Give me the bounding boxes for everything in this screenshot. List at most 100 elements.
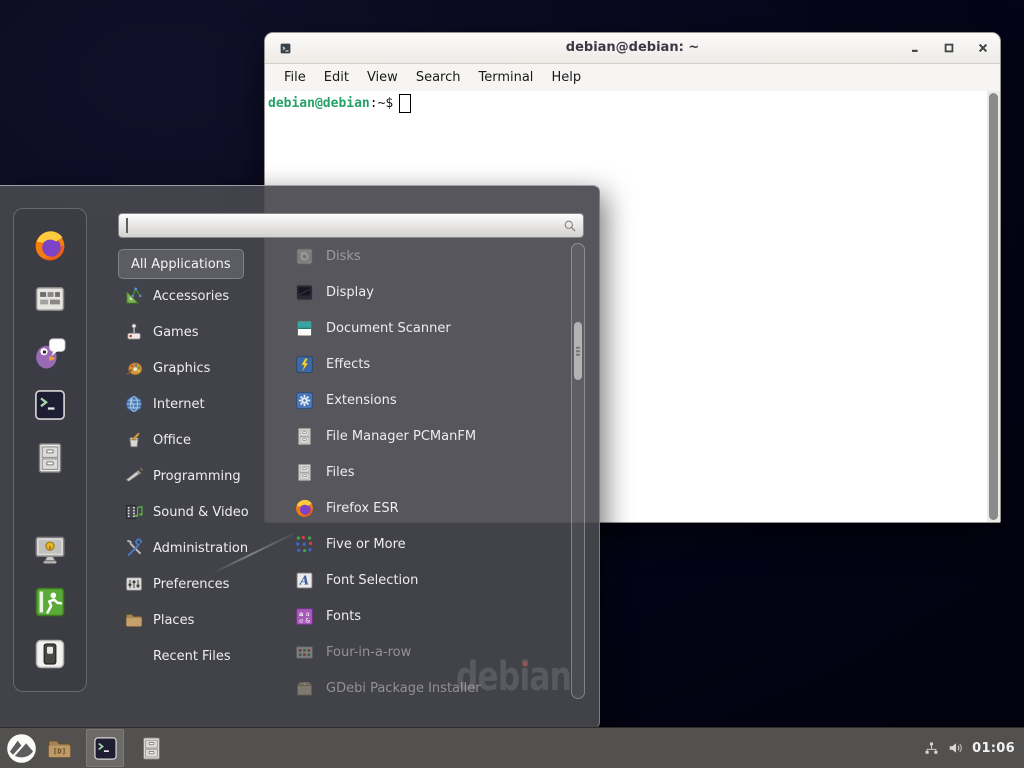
desktop: debian@debian: ~ FileEditViewSearchTermi…: [0, 0, 1024, 768]
administration-icon: [124, 538, 144, 558]
category-recent-files[interactable]: Recent Files: [118, 638, 270, 674]
app-document-scanner[interactable]: Document Scanner: [264, 310, 566, 346]
filter-label: All Applications: [131, 257, 231, 272]
app-fonts[interactable]: aaa&Fonts: [264, 598, 566, 634]
svg-text:a: a: [299, 616, 303, 624]
app-file-manager-pcmanfm[interactable]: File Manager PCManFM: [264, 418, 566, 454]
category-preferences[interactable]: Preferences: [118, 566, 270, 602]
software-icon: [32, 281, 68, 317]
tray-icons: [923, 739, 965, 757]
app-five-or-more[interactable]: Five or More: [264, 526, 566, 562]
preferences-icon: [124, 574, 144, 594]
app-label: Files: [326, 465, 355, 480]
session-list: [14, 531, 86, 673]
category-label: Places: [153, 613, 194, 628]
svg-text:[D]: [D]: [52, 746, 65, 755]
taskbar: [D] 01:06: [0, 727, 1024, 768]
games-icon: [124, 322, 144, 342]
app-label: Four-in-a-row: [326, 645, 411, 660]
menubar-item-search[interactable]: Search: [407, 64, 470, 91]
app-gdebi-package-installer[interactable]: GDebi Package Installer: [264, 670, 566, 701]
terminal-title: debian@debian: ~: [265, 33, 1000, 63]
font-selection-icon: A: [294, 570, 315, 591]
app-font-selection[interactable]: AFont Selection: [264, 562, 566, 598]
taskbar-launcher-file-manager[interactable]: [D]: [40, 729, 78, 767]
session-lock-screen[interactable]: [31, 531, 69, 569]
filter-all-applications[interactable]: All Applications: [118, 249, 244, 279]
tray-network[interactable]: [923, 740, 940, 757]
session-shut-down[interactable]: [31, 635, 69, 673]
menu-logo-icon: [5, 732, 38, 765]
favorite-firefox[interactable]: [31, 227, 69, 265]
category-label: Recent Files: [153, 649, 231, 664]
menu-scrollbar[interactable]: [571, 243, 585, 699]
menubar-item-edit[interactable]: Edit: [315, 64, 358, 91]
menubar-item-view[interactable]: View: [358, 64, 407, 91]
terminal-prompt: debian@debian:~$: [268, 94, 411, 113]
app-disks[interactable]: Disks: [264, 238, 566, 274]
menubar-item-file[interactable]: File: [275, 64, 315, 91]
app-files[interactable]: Files: [264, 454, 566, 490]
app-label: Extensions: [326, 393, 397, 408]
favorite-file-manager[interactable]: [31, 439, 69, 477]
category-graphics[interactable]: Graphics: [118, 350, 270, 386]
menubar-item-terminal[interactable]: Terminal: [469, 64, 542, 91]
app-display[interactable]: Display: [264, 274, 566, 310]
favorites-list: [14, 209, 86, 477]
file-cabinet-icon: [138, 735, 165, 762]
taskbar-launcher-files[interactable]: [132, 729, 170, 767]
volume-icon: [947, 739, 965, 757]
taskbar-launcher-terminal[interactable]: [86, 729, 124, 767]
category-office[interactable]: Office: [118, 422, 270, 458]
menubar-item-help[interactable]: Help: [542, 64, 590, 91]
category-accessories[interactable]: Accessories: [118, 278, 270, 314]
terminal-cursor: [399, 94, 411, 113]
category-label: Graphics: [153, 361, 210, 376]
network-icon: [923, 740, 940, 757]
minimize-button[interactable]: [908, 41, 922, 55]
taskbar-launcher-menu[interactable]: [2, 729, 40, 767]
close-button[interactable]: [976, 41, 990, 55]
taskbar-clock[interactable]: 01:06: [972, 741, 1015, 756]
extensions-icon: [294, 390, 315, 411]
app-firefox-esr[interactable]: Firefox ESR: [264, 490, 566, 526]
prompt-user-host: debian@debian: [268, 96, 370, 111]
office-icon: [124, 430, 144, 450]
app-label: Firefox ESR: [326, 501, 399, 516]
app-four-in-a-row[interactable]: Four-in-a-row: [264, 634, 566, 670]
favorite-terminal[interactable]: [31, 386, 69, 424]
favorites-panel: [13, 208, 87, 692]
terminal-scrollbar[interactable]: [987, 91, 1000, 522]
terminal-scrollbar-thumb[interactable]: [989, 93, 998, 520]
four-in-a-row-icon: [294, 642, 315, 663]
menu-scrollbar-thumb[interactable]: [574, 322, 582, 380]
category-places[interactable]: Places: [118, 602, 270, 638]
favorite-software[interactable]: [31, 280, 69, 318]
category-administration[interactable]: Administration: [118, 530, 270, 566]
effects-icon: [294, 354, 315, 375]
category-programming[interactable]: Programming: [118, 458, 270, 494]
app-extensions[interactable]: Extensions: [264, 382, 566, 418]
session-log-out[interactable]: [31, 583, 69, 621]
terminal-icon: [32, 387, 68, 423]
firefox-icon: [294, 498, 315, 519]
programming-icon: [124, 466, 144, 486]
category-label: Administration: [153, 541, 248, 556]
terminal-titlebar[interactable]: debian@debian: ~: [265, 33, 1000, 64]
category-sound-video[interactable]: Sound & Video: [118, 494, 270, 530]
maximize-button[interactable]: [942, 41, 956, 55]
category-games[interactable]: Games: [118, 314, 270, 350]
category-internet[interactable]: Internet: [118, 386, 270, 422]
window-controls: [908, 41, 990, 55]
app-label: Five or More: [326, 537, 406, 552]
app-effects[interactable]: Effects: [264, 346, 566, 382]
graphics-icon: [124, 358, 144, 378]
accessories-icon: [124, 286, 144, 306]
shutdown-icon: [32, 636, 68, 672]
category-label: Preferences: [153, 577, 229, 592]
prompt-suffix: :~$: [370, 96, 393, 111]
favorite-pidgin[interactable]: [31, 333, 69, 371]
tray-volume[interactable]: [947, 739, 965, 757]
app-label: Disks: [326, 249, 361, 264]
category-label: Programming: [153, 469, 241, 484]
